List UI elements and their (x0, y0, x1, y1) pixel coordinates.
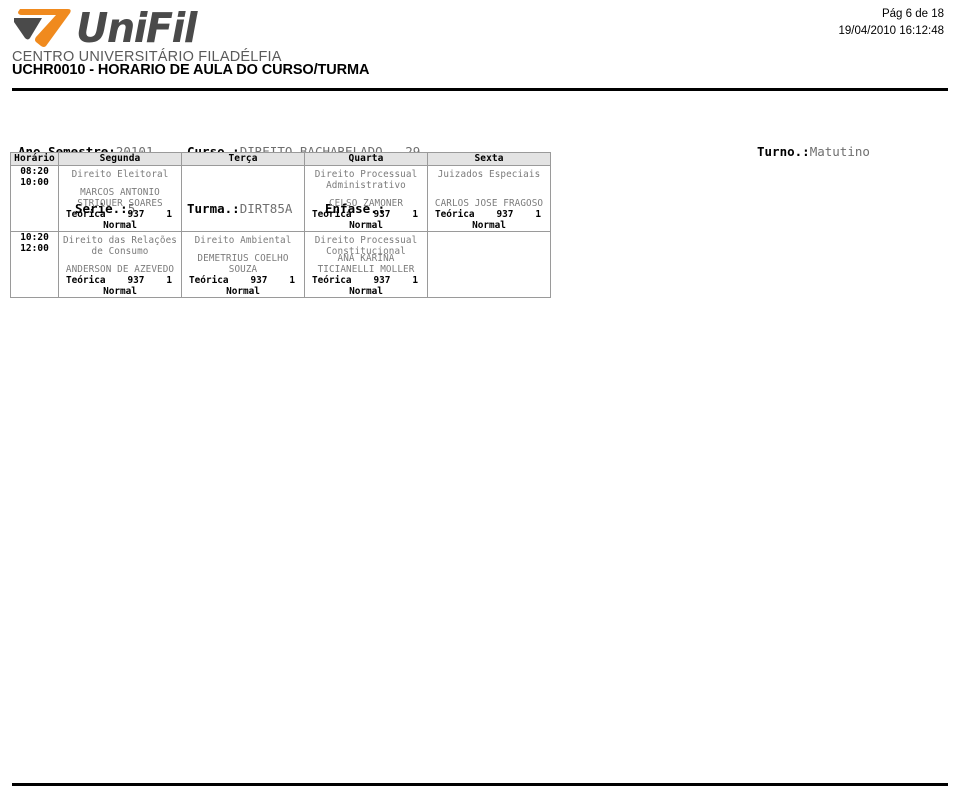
time-slot-cell: 08:20 10:00 (10, 165, 59, 232)
professor-name: ANA KARINA TICIANELLI MOLLER (317, 253, 415, 275)
class-status: Normal (472, 220, 506, 231)
discipline-name: Juizados Especiais (437, 169, 541, 180)
header-divider-top (12, 88, 948, 91)
class-cell-segunda[interactable]: Direito das Relações de Consumo ANDERSON … (58, 231, 182, 298)
class-entry: Direito Processual Administrativo CELSO Z… (305, 166, 427, 231)
schedule-row: 10:20 12:00 Direito das Relações de Consum… (10, 231, 551, 298)
class-cell-sexta[interactable] (427, 231, 551, 298)
column-header-segunda: Segunda (58, 152, 182, 166)
class-number: 1 (412, 275, 418, 286)
professor-name: DEMETRIUS COELHO SOUZA (197, 253, 289, 275)
time-start: 08:20 (20, 166, 49, 177)
schedule-header-row: Horário Segunda Terça Quarta Sexta (10, 152, 551, 166)
class-number: 1 (166, 209, 172, 220)
class-cell-sexta[interactable]: Juizados Especiais CARLOS JOSE FRAGOSO Teó… (427, 165, 551, 232)
class-cell-segunda[interactable]: Direito Eleitoral MARCOS ANTONIO STRIQUER… (58, 165, 182, 232)
professor-name: MARCOS ANTONIO STRIQUER SOARES (77, 187, 163, 209)
page-info: Pág 6 de 18 19/04/2010 16:12:48 (838, 6, 944, 40)
column-header-horario: Horário (10, 152, 59, 166)
turno-label: Turno.: (757, 144, 810, 159)
class-code: 937 (127, 209, 145, 220)
class-detail-line: Teórica 937 1 (62, 275, 178, 286)
class-code: 937 (250, 275, 268, 286)
schedule-row: 08:20 10:00 Direito Eleitoral MARCOS ANTONI… (10, 165, 551, 232)
class-entry: Juizados Especiais CARLOS JOSE FRAGOSO Teó… (428, 166, 550, 231)
institution-logo: UniFil CENTRO UNIVERSITÁRIO FILADÉLFIA (12, 2, 312, 66)
discipline-name: Direito Processual Administrativo (314, 169, 418, 191)
class-entry (182, 166, 304, 231)
report-title: UCHR0010 - HORARIO DE AULA DO CURSO/TURM… (12, 62, 370, 78)
class-entry: Direito Processual Constitucional ANA KAR… (305, 232, 427, 297)
column-header-sexta: Sexta (427, 152, 551, 166)
class-code: 937 (496, 209, 514, 220)
unifil-logo-mark (14, 9, 71, 47)
class-status: Normal (349, 220, 383, 231)
class-detail-line: Teórica 937 1 (308, 275, 424, 286)
class-code: 937 (127, 275, 145, 286)
class-entry (428, 232, 550, 297)
class-number: 1 (535, 209, 541, 220)
logo-wordmark: UniFil (76, 4, 197, 52)
class-cell-terca[interactable] (181, 165, 305, 232)
class-status: Normal (226, 286, 260, 297)
schedule-grid-wrapper: Horário Segunda Terça Quarta Sexta 08:20… (10, 152, 551, 298)
class-type: Teórica (66, 275, 106, 286)
page-header: UniFil CENTRO UNIVERSITÁRIO FILADÉLFIA P… (12, 0, 948, 86)
meta-turno: Turno.:Matutino (757, 142, 870, 161)
column-header-terca: Terça (181, 152, 305, 166)
class-type: Teórica (66, 209, 106, 220)
professor-name: ANDERSON DE AZEVEDO (65, 264, 175, 275)
schedule-body: 08:20 10:00 Direito Eleitoral MARCOS ANTONI… (10, 165, 551, 298)
column-header-quarta: Quarta (304, 152, 428, 166)
class-detail-line: Teórica 937 1 (185, 275, 301, 286)
print-datetime: 19/04/2010 16:12:48 (838, 25, 944, 37)
discipline-name: Direito Ambiental (194, 235, 292, 246)
professor-name: CARLOS JOSE FRAGOSO (434, 198, 544, 209)
professor-name: CELSO ZAMONER (328, 198, 404, 209)
discipline-name: Direito das Relações de Consumo (63, 235, 177, 257)
report-page: UniFil CENTRO UNIVERSITÁRIO FILADÉLFIA P… (0, 0, 960, 795)
class-detail-line: Teórica 937 1 (62, 209, 178, 220)
page-number-label: Pág 6 de 18 (881, 8, 944, 20)
discipline-name: Direito Eleitoral (71, 169, 169, 180)
class-type: Teórica (435, 209, 475, 220)
class-cell-quarta[interactable]: Direito Processual Administrativo CELSO Z… (304, 165, 428, 232)
time-start: 10:20 (20, 232, 49, 243)
class-entry: Direito Eleitoral MARCOS ANTONIO STRIQUER… (59, 166, 181, 231)
class-type: Teórica (189, 275, 229, 286)
class-number: 1 (166, 275, 172, 286)
class-number: 1 (412, 209, 418, 220)
class-number: 1 (289, 275, 295, 286)
class-code: 937 (373, 209, 391, 220)
time-end: 10:00 (20, 177, 49, 188)
class-cell-quarta[interactable]: Direito Processual Constitucional ANA KAR… (304, 231, 428, 298)
footer-divider-bottom (12, 783, 948, 786)
schedule-table: Horário Segunda Terça Quarta Sexta 08:20… (10, 152, 551, 298)
turno-value: Matutino (809, 144, 870, 159)
class-type: Teórica (312, 275, 352, 286)
time-end: 12:00 (20, 243, 49, 254)
class-entry: Direito Ambiental DEMETRIUS COELHO SOUZA T… (182, 232, 304, 297)
class-detail-line: Teórica 937 1 (308, 209, 424, 220)
class-entry: Direito das Relações de Consumo ANDERSON … (59, 232, 181, 297)
class-detail-line: Teórica 937 1 (431, 209, 547, 220)
class-status: Normal (103, 220, 137, 231)
class-status: Normal (349, 286, 383, 297)
class-cell-terca[interactable]: Direito Ambiental DEMETRIUS COELHO SOUZA T… (181, 231, 305, 298)
class-code: 937 (373, 275, 391, 286)
class-type: Teórica (312, 209, 352, 220)
class-status: Normal (103, 286, 137, 297)
time-slot-cell: 10:20 12:00 (10, 231, 59, 298)
